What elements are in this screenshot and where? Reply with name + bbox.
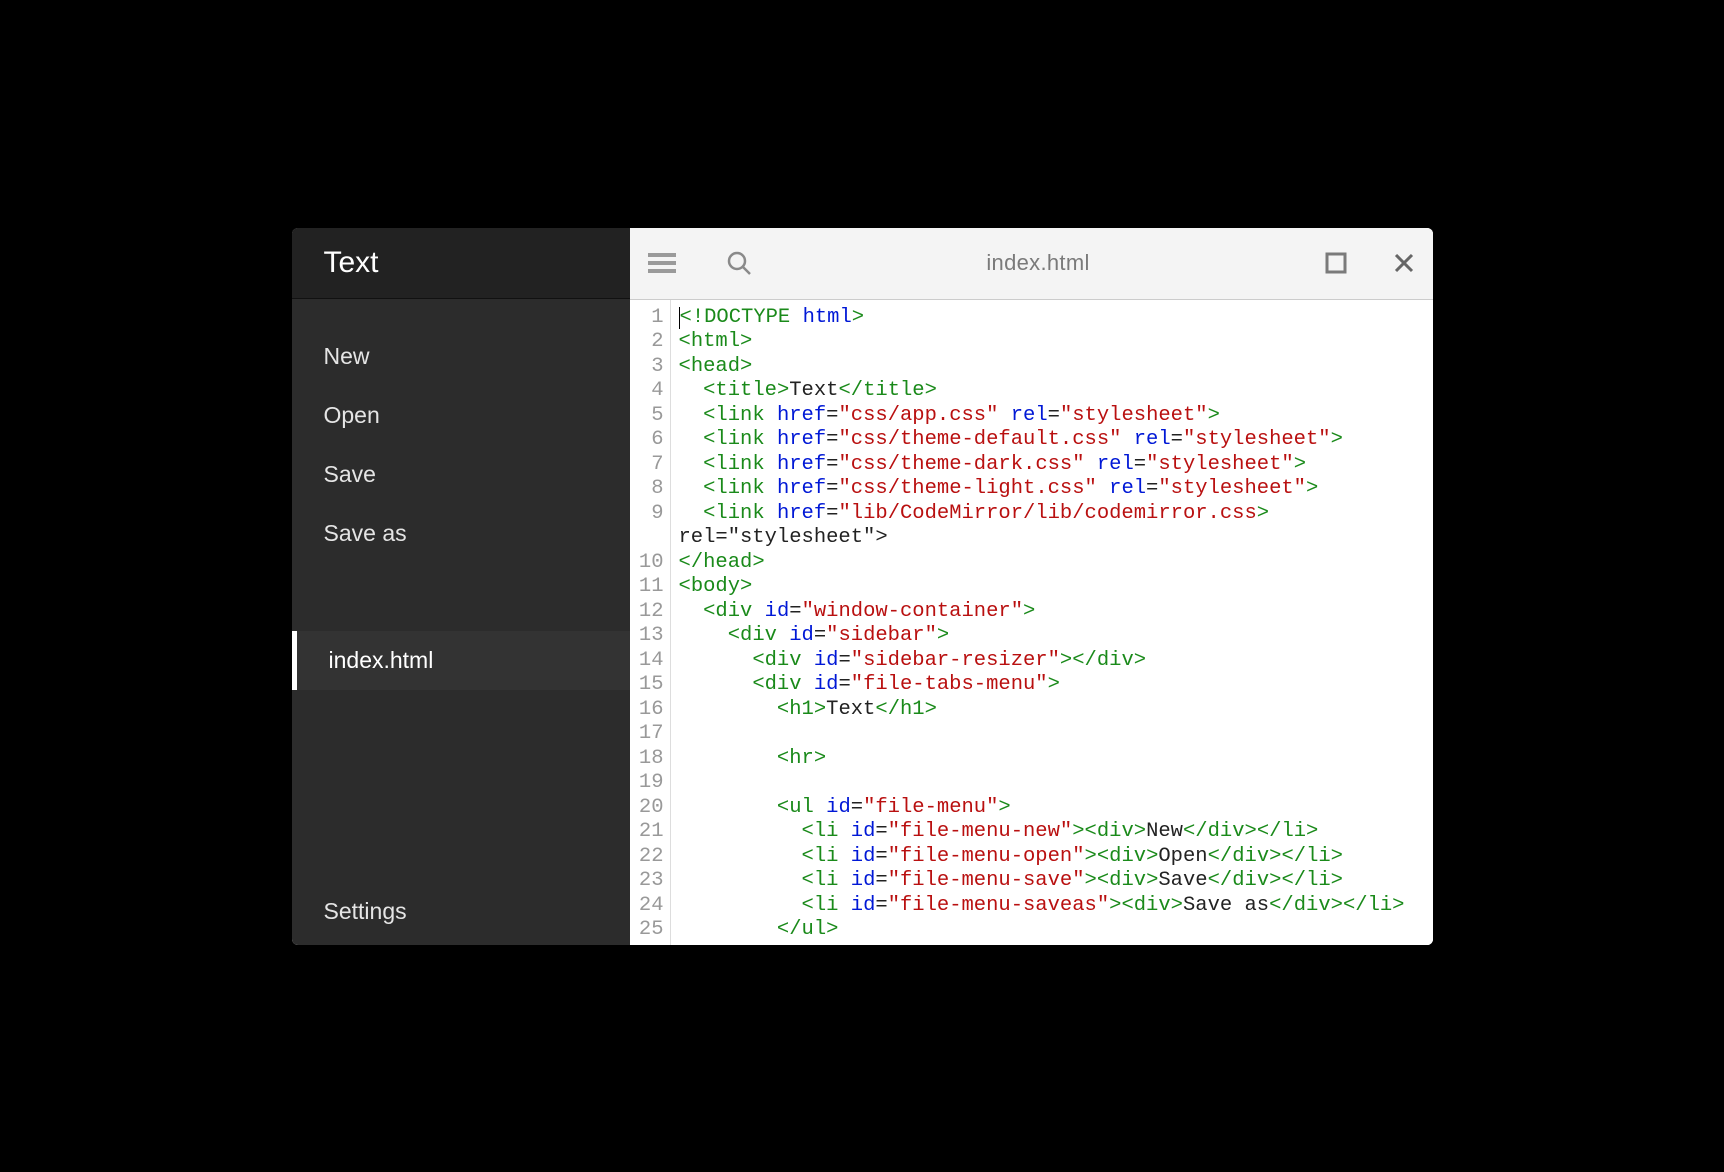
menu-saveas[interactable]: Save as bbox=[292, 504, 630, 563]
menu-new[interactable]: New bbox=[292, 327, 630, 386]
menu-open[interactable]: Open bbox=[292, 386, 630, 445]
file-menu: New Open Save Save as bbox=[292, 299, 630, 583]
file-tabs: index.html bbox=[292, 583, 630, 882]
current-filename: index.html bbox=[802, 250, 1275, 276]
app-title: Text bbox=[292, 228, 630, 299]
maximize-icon[interactable] bbox=[1325, 252, 1347, 274]
code-editor[interactable]: 123456789 101112131415161718192021222324… bbox=[630, 300, 1433, 945]
editor-area: index.html 123456789 1011121314151617181… bbox=[630, 228, 1433, 945]
line-gutter: 123456789 101112131415161718192021222324… bbox=[630, 300, 671, 945]
toolbar: index.html bbox=[630, 228, 1433, 300]
close-icon[interactable] bbox=[1393, 252, 1415, 274]
code-content[interactable]: <!DOCTYPE html><html><head> <title>Text<… bbox=[671, 300, 1413, 945]
menu-save[interactable]: Save bbox=[292, 445, 630, 504]
app-window: Text New Open Save Save as index.html Se… bbox=[292, 228, 1433, 945]
menu-settings[interactable]: Settings bbox=[292, 882, 630, 945]
file-tab-active[interactable]: index.html bbox=[292, 631, 630, 690]
search-icon[interactable] bbox=[726, 250, 752, 276]
sidebar: Text New Open Save Save as index.html Se… bbox=[292, 228, 630, 945]
menu-icon[interactable] bbox=[648, 253, 676, 273]
